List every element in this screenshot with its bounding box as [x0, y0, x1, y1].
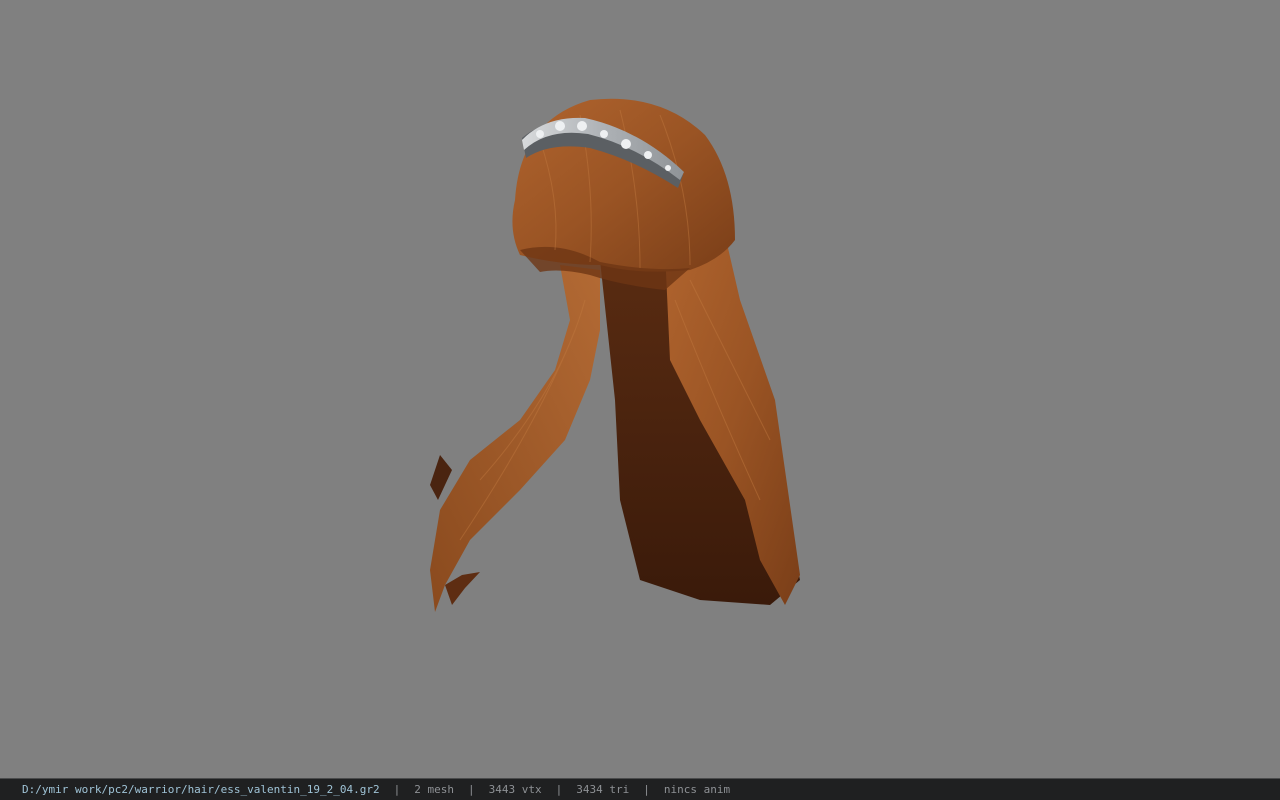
triangle-count-label: 3434 tri	[576, 783, 630, 796]
mesh-count-label: 2 mesh	[414, 783, 454, 796]
status-bar: D:/ymir work/pc2/warrior/hair/ess_valent…	[0, 778, 1280, 800]
hair-model-render	[430, 98, 800, 612]
file-path-label: D:/ymir work/pc2/warrior/hair/ess_valent…	[22, 783, 380, 796]
separator: |	[468, 783, 475, 796]
separator: |	[393, 783, 401, 796]
vertex-count-label: 3443 vtx	[488, 783, 542, 796]
separator: |	[643, 783, 650, 796]
animation-status-label: nincs anim	[663, 783, 731, 796]
hair-left-strand	[430, 265, 600, 612]
separator: |	[555, 783, 563, 796]
hair-left-wisp	[445, 572, 480, 605]
hair-left-wisp-2	[430, 455, 452, 500]
3d-viewport[interactable]	[0, 0, 1280, 778]
